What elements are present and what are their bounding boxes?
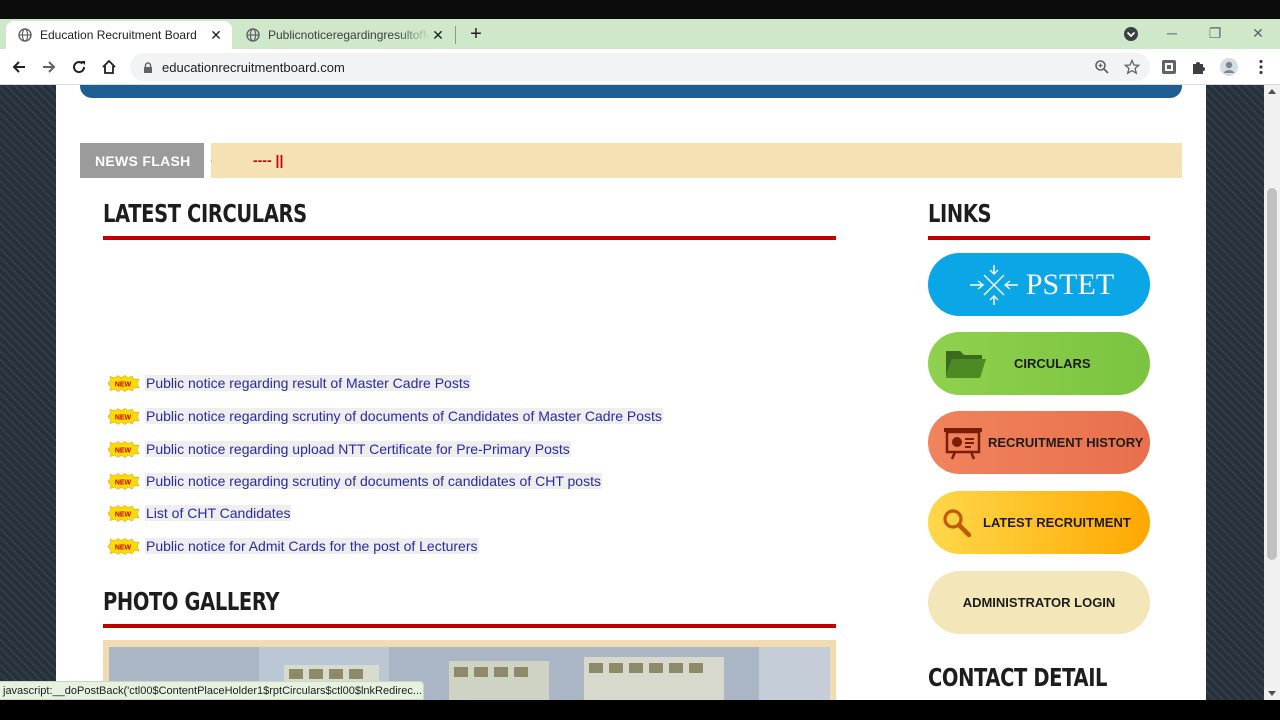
new-badge-text: NEW (115, 447, 132, 454)
globe-icon (18, 28, 32, 42)
lock-icon (142, 61, 154, 73)
new-badge-text: NEW (115, 381, 132, 388)
new-badge-icon: NEW (107, 440, 140, 458)
extension-icon[interactable] (1160, 58, 1178, 76)
zoom-icon[interactable] (1094, 59, 1110, 75)
tab-title: Education Recruitment Board (40, 28, 197, 42)
scroll-down-icon[interactable] (1268, 691, 1276, 696)
new-badge-icon: NEW (107, 472, 140, 490)
news-flash-ticker[interactable]: ---- || (253, 152, 283, 168)
list-item: NEW List of CHT Candidates (106, 503, 292, 523)
list-item: NEW Public notice regarding result of Ma… (106, 373, 471, 393)
latest-recruitment-button[interactable]: LATEST RECRUITMENT (928, 491, 1150, 554)
pstet-label: PSTET (1025, 267, 1115, 301)
circular-link[interactable]: Public notice regarding result of Master… (145, 375, 471, 391)
tab-bar: Education Recruitment Board ✕ Publicnoti… (0, 19, 1280, 49)
globe-icon (246, 28, 260, 42)
folder-icon (946, 350, 986, 378)
list-item: NEW Public notice regarding scrutiny of … (106, 471, 602, 491)
circulars-button[interactable]: CIRCULARS (928, 332, 1150, 395)
divider (103, 236, 836, 240)
restore-button[interactable]: ❐ (1200, 22, 1230, 44)
news-flash-label: NEWS FLASH (80, 143, 212, 178)
latest-circulars-title: LATEST CIRCULARS (103, 199, 307, 228)
window-top-strip (0, 0, 1280, 19)
tab-search-icon[interactable] (1122, 25, 1140, 43)
tab-public-notice[interactable]: PublicnoticeregardingresultofMa ✕ (234, 21, 454, 49)
tab-title: PublicnoticeregardingresultofMa (268, 28, 430, 42)
page-container: NEWS FLASH ---- || LATEST CIRCULARS NEW … (56, 85, 1206, 700)
address-bar[interactable]: educationrecruitmentboard.com (130, 53, 1150, 81)
home-icon[interactable] (97, 55, 121, 79)
arrows-icon (969, 264, 1018, 305)
divider (103, 624, 836, 628)
circular-link[interactable]: Public notice regarding upload NTT Certi… (145, 441, 571, 457)
scroll-up-icon[interactable] (1268, 89, 1276, 94)
magnifier-icon (943, 508, 972, 537)
profile-avatar[interactable] (1220, 58, 1238, 76)
list-item: NEW Public notice regarding scrutiny of … (106, 406, 663, 426)
presentation-icon (944, 427, 982, 459)
circular-link[interactable]: Public notice for Admit Cards for the po… (145, 538, 479, 554)
latest-recruitment-label: LATEST RECRUITMENT (983, 515, 1131, 530)
star-icon[interactable] (1123, 58, 1141, 75)
new-badge-text: NEW (115, 414, 132, 421)
circulars-label: CIRCULARS (1014, 356, 1091, 371)
recruitment-history-button[interactable]: RECRUITMENT HISTORY (928, 411, 1150, 474)
menu-dots-icon[interactable] (1252, 58, 1270, 76)
reload-icon[interactable] (67, 55, 91, 79)
page-viewport: NEWS FLASH ---- || LATEST CIRCULARS NEW … (0, 85, 1264, 700)
browser-toolbar: educationrecruitmentboard.com (0, 49, 1280, 85)
new-badge-icon: NEW (107, 537, 140, 555)
window-close-button[interactable]: ✕ (1243, 22, 1273, 44)
new-badge-icon: NEW (107, 407, 140, 425)
circular-link[interactable]: Public notice regarding scrutiny of docu… (145, 408, 663, 424)
new-badge-text: NEW (115, 544, 132, 551)
list-item: NEW Public notice regarding upload NTT C… (106, 439, 571, 459)
status-bar: javascript:__doPostBack('ctl00$ContentPl… (0, 681, 424, 700)
news-flash-bar: NEWS FLASH ---- || (80, 143, 1182, 178)
administrator-login-label: ADMINISTRATOR LOGIN (962, 595, 1116, 610)
recruitment-history-label: RECRUITMENT HISTORY (988, 435, 1144, 450)
new-badge-text: NEW (115, 479, 132, 486)
list-item: NEW Public notice for Admit Cards for th… (106, 536, 479, 556)
divider (928, 236, 1150, 240)
new-badge-icon: NEW (107, 374, 140, 392)
close-icon[interactable]: ✕ (430, 27, 446, 43)
photo-gallery-title: PHOTO GALLERY (103, 587, 280, 616)
forward-arrow-icon[interactable] (37, 55, 61, 79)
links-title: LINKS (928, 199, 992, 228)
back-arrow-icon[interactable] (7, 55, 31, 79)
circular-link[interactable]: Public notice regarding scrutiny of docu… (145, 473, 602, 489)
minimize-button[interactable]: ─ (1157, 22, 1187, 44)
close-icon[interactable]: ✕ (208, 27, 224, 43)
new-tab-button[interactable]: + (465, 23, 487, 45)
tab-education-recruitment-board[interactable]: Education Recruitment Board ✕ (6, 21, 232, 49)
page-scrollbar[interactable] (1264, 85, 1280, 700)
new-badge-text: NEW (115, 511, 132, 518)
contact-detail-title: CONTACT DETAIL (928, 663, 1108, 692)
puzzle-icon[interactable] (1190, 58, 1208, 76)
header-nav-bar (80, 85, 1182, 98)
scrollbar-thumb[interactable] (1267, 188, 1277, 560)
pstet-button[interactable]: PSTET (928, 253, 1150, 316)
administrator-login-button[interactable]: ADMINISTRATOR LOGIN (928, 571, 1150, 634)
tab-separator (455, 26, 456, 44)
url-text: educationrecruitmentboard.com (162, 59, 345, 75)
new-badge-icon: NEW (107, 504, 140, 522)
circular-link[interactable]: List of CHT Candidates (145, 505, 292, 521)
window-bottom-strip (0, 700, 1280, 720)
